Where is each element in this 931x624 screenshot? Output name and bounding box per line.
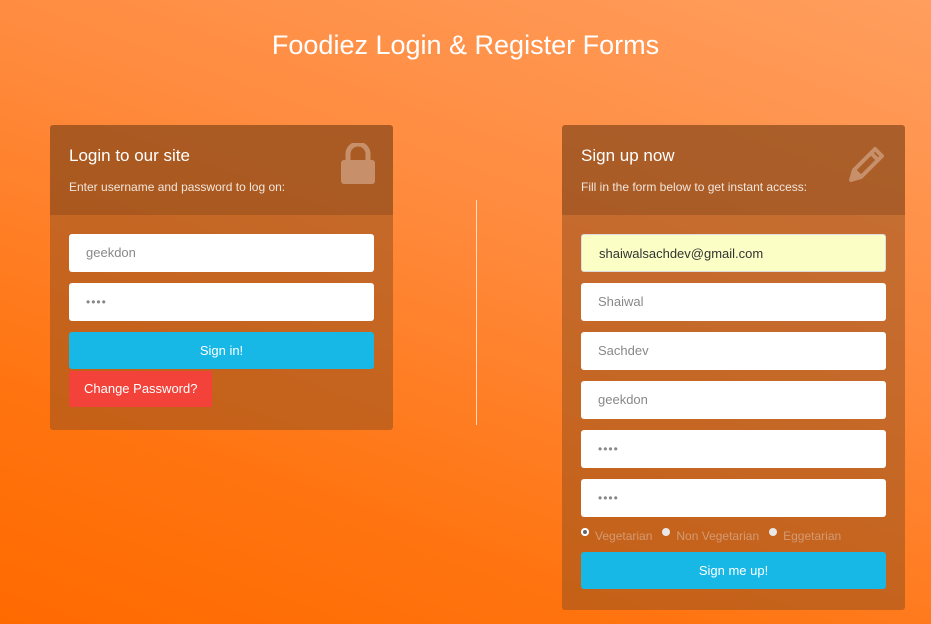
page-title: Foodiez Login & Register Forms (271, 30, 660, 60)
sign-in-button[interactable]: Sign in! (69, 332, 374, 369)
diet-radio-group: Vegetarian Non Vegetarian Eggetarian (581, 527, 886, 545)
signup-panel-header: Sign up now Fill in the form below to ge… (562, 125, 905, 215)
change-password-button[interactable]: Change Password? (69, 371, 213, 407)
radio-vegetarian[interactable]: Vegetarian (581, 528, 653, 543)
sign-me-up-button[interactable]: Sign me up! (581, 552, 886, 589)
radio-eggetarian-label: Eggetarian (783, 529, 842, 543)
first-name-field[interactable]: Shaiwal (581, 283, 886, 321)
email-field[interactable]: shaiwalsachdev@gmail.com (581, 234, 886, 272)
radio-non-vegetarian[interactable]: Non Vegetarian (662, 528, 760, 543)
radio-eggetarian-dot[interactable] (769, 528, 778, 536)
login-password-input[interactable]: •••• (69, 283, 374, 321)
divider (476, 200, 477, 425)
login-panel: Login to our site Enter username and pas… (50, 125, 393, 430)
signup-username-field[interactable]: geekdon (581, 381, 886, 419)
lock-icon (340, 141, 376, 190)
signup-panel: Sign up now Fill in the form below to ge… (562, 125, 905, 610)
confirm-password-field[interactable]: •••• (581, 479, 886, 517)
login-subtitle: Enter username and password to log on: (69, 180, 286, 194)
radio-eggetarian[interactable]: Eggetarian (769, 528, 842, 543)
login-username-input[interactable]: geekdon (69, 234, 374, 272)
radio-vegetarian-dot[interactable] (581, 528, 589, 536)
login-title: Login to our site (69, 146, 190, 165)
radio-non-vegetarian-label: Non Vegetarian (676, 529, 760, 543)
radio-vegetarian-label: Vegetarian (595, 529, 653, 543)
radio-non-vegetarian-dot[interactable] (662, 528, 671, 536)
signup-password-field[interactable]: •••• (581, 430, 886, 468)
pencil-icon (842, 143, 888, 194)
signup-title: Sign up now (581, 146, 675, 165)
last-name-field[interactable]: Sachdev (581, 332, 886, 370)
signup-subtitle: Fill in the form below to get instant ac… (581, 180, 808, 194)
login-panel-header: Login to our site Enter username and pas… (50, 125, 393, 215)
